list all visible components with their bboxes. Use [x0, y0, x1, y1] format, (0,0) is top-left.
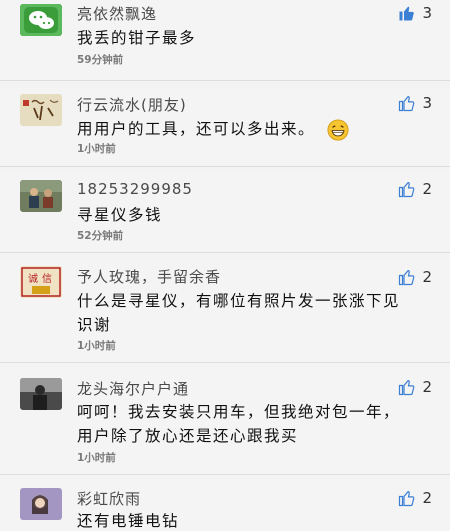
- comment-author[interactable]: 18253299985: [77, 180, 193, 198]
- comment-time: 52分钟前: [77, 230, 124, 242]
- comment-text: 还有电锤电钻: [77, 512, 180, 530]
- like-button[interactable]: 2: [398, 489, 432, 507]
- thumbs-up-icon: [399, 6, 415, 21]
- thumbs-up-icon: [399, 270, 415, 286]
- like-count: 2: [422, 489, 432, 507]
- red-seal-avatar-icon[interactable]: 诚 信: [20, 266, 62, 298]
- comment-text: 用用户的工具，还可以多出来。: [77, 117, 412, 141]
- grinning-face-icon: [327, 118, 349, 141]
- calligraphy-avatar-icon[interactable]: [20, 94, 62, 126]
- comment-feed: 亮依然飘逸 3 我丢的钳子最多 59分钟前 行云流水(朋友) 3 用用户的工具，…: [0, 0, 450, 531]
- comment-author[interactable]: 彩虹欣雨: [77, 488, 141, 509]
- comment-time: 1小时前: [77, 452, 116, 464]
- comment-item: 诚 信 予人玫瑰，手留余香 2 什么是寻星仪，有哪位有照片发一张涨下见识谢 1小…: [0, 258, 450, 363]
- like-button[interactable]: 2: [398, 378, 432, 396]
- like-button[interactable]: 3: [398, 4, 432, 22]
- comment-text: 什么是寻星仪，有哪位有照片发一张涨下见识谢: [77, 292, 401, 334]
- comment-time: 1小时前: [77, 340, 116, 352]
- svg-text:诚: 诚: [28, 273, 38, 285]
- like-count: 2: [422, 268, 432, 286]
- like-count: 3: [422, 4, 432, 22]
- thumbs-up-icon: [399, 380, 415, 396]
- like-button[interactable]: 2: [398, 180, 432, 198]
- thumbs-up-icon: [399, 182, 415, 198]
- comment-item: 行云流水(朋友) 3 用用户的工具，还可以多出来。 1小时前: [0, 88, 450, 167]
- comment-time: 1小时前: [77, 143, 116, 155]
- comment-author[interactable]: 行云流水(朋友): [77, 94, 187, 115]
- person-photo-avatar-icon[interactable]: [20, 180, 62, 212]
- comment-time: 59分钟前: [77, 54, 124, 66]
- comment-item: 18253299985 2 寻星仪多钱 52分钟前: [0, 172, 450, 253]
- comment-text: 我丢的钳子最多: [77, 29, 197, 47]
- comment-author[interactable]: 予人玫瑰，手留余香: [77, 266, 221, 287]
- comment-author[interactable]: 龙头海尔户户通: [77, 378, 189, 399]
- comment-item: 龙头海尔户户通 2 呵呵！我去安装只用车，但我绝对包一年，用户除了放心还是还心跟…: [0, 368, 450, 475]
- wechat-logo-icon[interactable]: [20, 4, 62, 36]
- svg-text:信: 信: [42, 273, 52, 285]
- comment-text-content: 用用户的工具，还可以多出来。: [77, 120, 316, 138]
- like-count: 3: [422, 94, 432, 112]
- comment-text: 寻星仪多钱: [77, 206, 163, 224]
- like-count: 2: [422, 180, 432, 198]
- comment-item: 彩虹欣雨 2 还有电锤电钻: [0, 480, 450, 531]
- like-button[interactable]: 2: [398, 268, 432, 286]
- like-count: 2: [422, 378, 432, 396]
- girl-photo-avatar-icon[interactable]: [20, 488, 62, 520]
- comment-text: 呵呵！我去安装只用车，但我绝对包一年，用户除了放心还是还心跟我买: [77, 403, 401, 445]
- comment-item: 亮依然飘逸 3 我丢的钳子最多 59分钟前: [0, 0, 450, 81]
- thumbs-up-icon: [399, 96, 415, 112]
- comment-author[interactable]: 亮依然飘逸: [77, 3, 157, 24]
- like-button[interactable]: 3: [398, 94, 432, 112]
- thumbs-up-icon: [399, 491, 415, 507]
- dark-photo-avatar-icon[interactable]: [20, 378, 62, 410]
